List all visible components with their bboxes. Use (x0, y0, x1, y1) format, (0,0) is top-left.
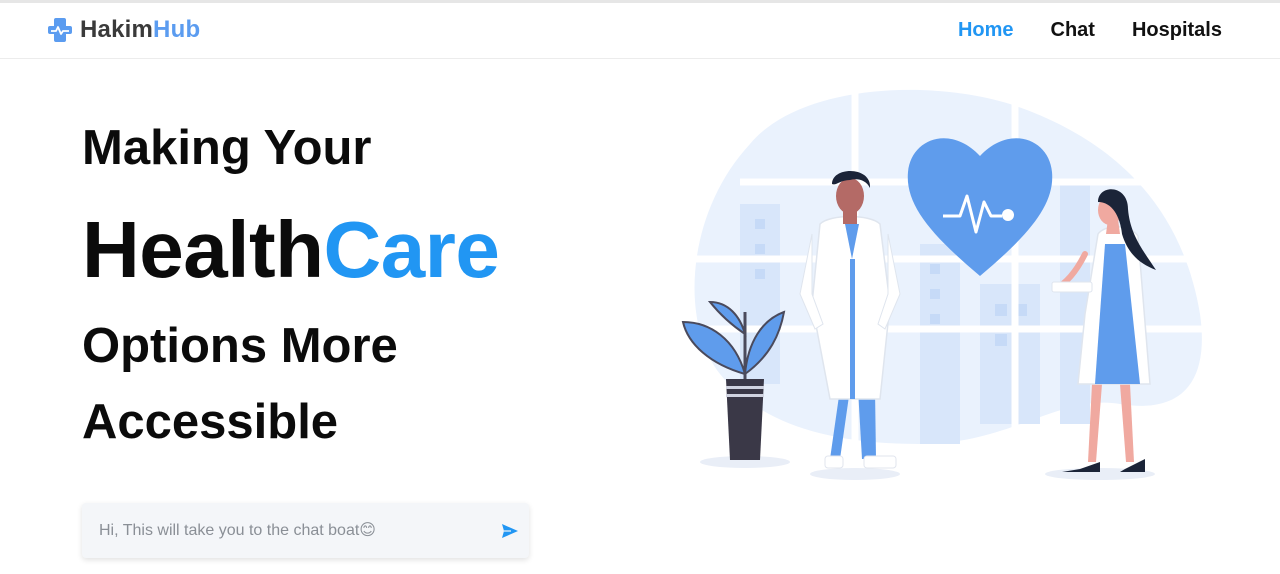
send-button[interactable] (499, 520, 521, 542)
nav-links: Home Chat Hospitals (921, 3, 1222, 58)
nav-home-link[interactable]: Home (958, 19, 1014, 42)
brand-name: HakimHub (80, 15, 200, 45)
brand-name-part1: Hakim (80, 16, 154, 43)
hero-health-word: Health (82, 205, 324, 294)
brand-logo[interactable]: HakimHub (46, 15, 200, 45)
nav-hospitals-link[interactable]: Hospitals (1132, 19, 1222, 42)
hero-line-3: Options More (82, 319, 398, 373)
hero-care-word: Care (323, 205, 500, 294)
hero-line-4: Accessible (82, 395, 339, 449)
brand-name-part2: Hub (153, 16, 201, 43)
medical-cross-icon (48, 18, 72, 42)
chat-search-box (82, 503, 529, 558)
hero-line-1: Making Your (82, 121, 372, 175)
hero-line-2: HealthCare (82, 204, 500, 296)
send-icon (502, 524, 518, 538)
nav-chat-link[interactable]: Chat (1051, 19, 1095, 42)
navbar: HakimHub Home Chat Hospitals (0, 3, 1280, 59)
doctors-illustration (681, 84, 1205, 480)
chat-input[interactable] (97, 520, 491, 541)
